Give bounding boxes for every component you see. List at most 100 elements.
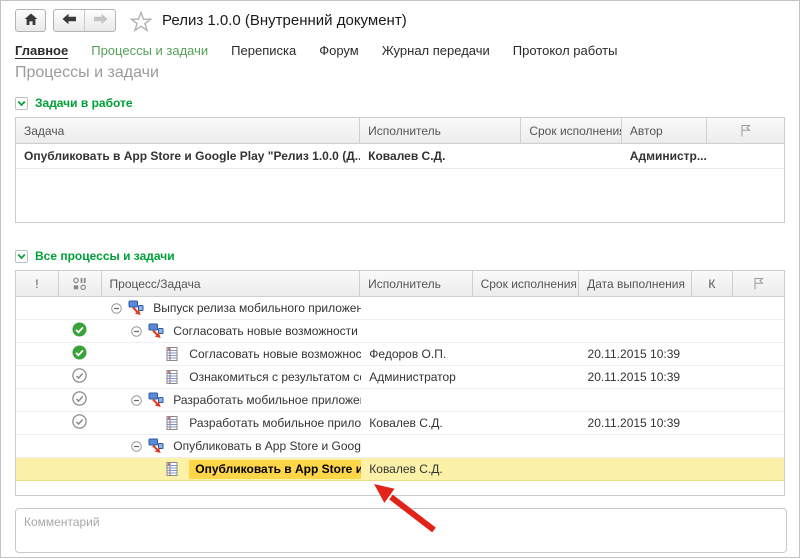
task-icon xyxy=(164,369,180,385)
executor-cell: Федоров О.П. xyxy=(361,347,473,361)
task-icon xyxy=(164,346,180,362)
comment-input[interactable] xyxy=(15,508,787,553)
collapse-node-icon[interactable] xyxy=(111,303,122,314)
forward-arrow-icon xyxy=(93,13,108,28)
col-due[interactable]: Срок исполнения xyxy=(521,118,622,143)
collapse-node-icon[interactable] xyxy=(131,326,142,337)
node-title: Согласовать новые возможности... xyxy=(189,347,361,361)
task-icon xyxy=(164,415,180,431)
task-author: Администр... xyxy=(622,149,708,163)
process-tree-row-selected[interactable]: Опубликовать в App Store и G... Ковалев … xyxy=(16,458,784,481)
process-tree-row[interactable]: Разработать мобильное приложение... xyxy=(16,389,784,412)
home-button[interactable] xyxy=(15,9,46,32)
forward-button[interactable] xyxy=(85,10,115,31)
task-state-icon xyxy=(73,277,87,290)
task-title: Опубликовать в App Store и Google Play "… xyxy=(16,149,360,163)
completed-gray-icon xyxy=(72,414,87,432)
back-button[interactable] xyxy=(54,10,85,31)
completed-cell: 20.11.2015 10:39 xyxy=(580,347,692,361)
tasks-table-header: Задача Исполнитель Срок исполнения Автор xyxy=(16,118,784,144)
process-cell: Опубликовать в App Store и G... xyxy=(101,460,361,479)
process-table: ! Процесс/Задача Исполнитель Срок исполн… xyxy=(15,270,785,496)
col-flag[interactable] xyxy=(733,271,784,296)
tab-forum[interactable]: Форум xyxy=(319,43,359,58)
task-row[interactable]: Опубликовать в App Store и Google Play "… xyxy=(16,144,784,169)
toolbar: Релиз 1.0.0 (Внутренний документ) xyxy=(1,1,799,41)
section-collapse-button[interactable] xyxy=(15,250,28,263)
col-flag[interactable] xyxy=(707,118,784,143)
process-table-header: ! Процесс/Задача Исполнитель Срок исполн… xyxy=(16,271,784,297)
executor-cell: Ковалев С.Д. xyxy=(361,416,473,430)
process-cell: Разработать мобильное приложе... xyxy=(101,415,361,431)
completed-cell: 20.11.2015 10:39 xyxy=(580,370,692,384)
flag-icon xyxy=(752,277,765,290)
state-cell xyxy=(59,368,102,386)
col-due[interactable]: Срок исполнения xyxy=(473,271,579,296)
collapse-node-icon[interactable] xyxy=(131,395,142,406)
chevron-down-icon xyxy=(17,100,26,107)
process-cell: Разработать мобильное приложение... xyxy=(101,392,361,408)
section-title[interactable]: Задачи в работе xyxy=(35,96,133,110)
col-state[interactable] xyxy=(59,271,102,296)
collapse-node-icon[interactable] xyxy=(131,441,142,452)
col-author[interactable]: Автор xyxy=(622,118,708,143)
comment-section xyxy=(1,496,799,556)
home-icon xyxy=(24,13,38,29)
app-window: Релиз 1.0.0 (Внутренний документ) Главно… xyxy=(0,0,800,558)
tab-processy-i-zadachi[interactable]: Процессы и задачи xyxy=(91,43,208,58)
node-title: Опубликовать в App Store и Google ... xyxy=(173,439,361,453)
executor-cell: Ковалев С.Д. xyxy=(361,462,473,476)
task-executor: Ковалев С.Д. xyxy=(360,149,521,163)
col-executor[interactable]: Исполнитель xyxy=(360,271,472,296)
process-cell: Опубликовать в App Store и Google ... xyxy=(101,438,361,454)
col-completed[interactable]: Дата выполнения xyxy=(579,271,691,296)
node-title: Ознакомиться с результатом сог... xyxy=(189,370,361,384)
process-tree-row[interactable]: Ознакомиться с результатом сог... Админи… xyxy=(16,366,784,389)
process-cell: Выпуск релиза мобильного приложения xyxy=(101,300,361,316)
section-collapse-button[interactable] xyxy=(15,97,28,110)
process-cell: Согласовать новые возможности... xyxy=(101,346,361,362)
process-tree-row[interactable]: Согласовать новые возможности... Федоров… xyxy=(16,343,784,366)
completed-green-icon xyxy=(72,345,87,363)
completed-cell: 20.11.2015 10:39 xyxy=(580,416,692,430)
page-header-title: Релиз 1.0.0 (Внутренний документ) xyxy=(162,12,407,29)
state-cell xyxy=(59,414,102,432)
tab-perepiska[interactable]: Переписка xyxy=(231,43,296,58)
node-title: Разработать мобильное приложе... xyxy=(189,416,361,430)
business-process-icon xyxy=(148,392,164,408)
col-importance[interactable]: ! xyxy=(16,271,59,296)
business-process-icon xyxy=(148,323,164,339)
flag-icon xyxy=(739,124,752,137)
star-icon[interactable] xyxy=(130,11,152,35)
tab-protokol-raboty[interactable]: Протокол работы xyxy=(513,43,618,58)
col-process[interactable]: Процесс/Задача xyxy=(102,271,361,296)
col-task[interactable]: Задача xyxy=(16,118,360,143)
executor-cell: Администратор xyxy=(361,370,473,384)
process-tree-row[interactable]: Выпуск релиза мобильного приложения xyxy=(16,297,784,320)
process-tree-row[interactable]: Опубликовать в App Store и Google ... xyxy=(16,435,784,458)
selected-cell: Опубликовать в App Store и G... xyxy=(189,460,361,479)
completed-green-icon xyxy=(72,322,87,340)
state-cell xyxy=(59,391,102,409)
tasks-table-empty-area xyxy=(16,169,784,223)
section-all-processes: Все процессы и задачи xyxy=(1,246,799,266)
tasks-table: Задача Исполнитель Срок исполнения Автор… xyxy=(15,117,785,223)
process-tree-row[interactable]: Разработать мобильное приложе... Ковалев… xyxy=(16,412,784,435)
completed-gray-icon xyxy=(72,391,87,409)
business-process-icon xyxy=(148,438,164,454)
history-nav xyxy=(53,9,116,32)
section-title[interactable]: Все процессы и задачи xyxy=(35,249,175,263)
node-title: Выпуск релиза мобильного приложения xyxy=(153,301,361,315)
tab-bar: Главное Процессы и задачи Переписка Фору… xyxy=(1,41,799,59)
tab-glavnoe[interactable]: Главное xyxy=(15,43,68,58)
node-title: Разработать мобильное приложение... xyxy=(173,393,361,407)
col-executor[interactable]: Исполнитель xyxy=(360,118,521,143)
process-tree-row[interactable]: Согласовать новые возможности "Р... xyxy=(16,320,784,343)
task-icon xyxy=(164,461,180,477)
col-comment[interactable]: К xyxy=(692,271,734,296)
state-cell xyxy=(59,322,102,340)
section-tasks-in-progress: Задачи в работе xyxy=(1,93,799,113)
process-cell: Согласовать новые возможности "Р... xyxy=(101,323,361,339)
process-cell: Ознакомиться с результатом сог... xyxy=(101,369,361,385)
tab-zhurnal-peredachi[interactable]: Журнал передачи xyxy=(382,43,490,58)
